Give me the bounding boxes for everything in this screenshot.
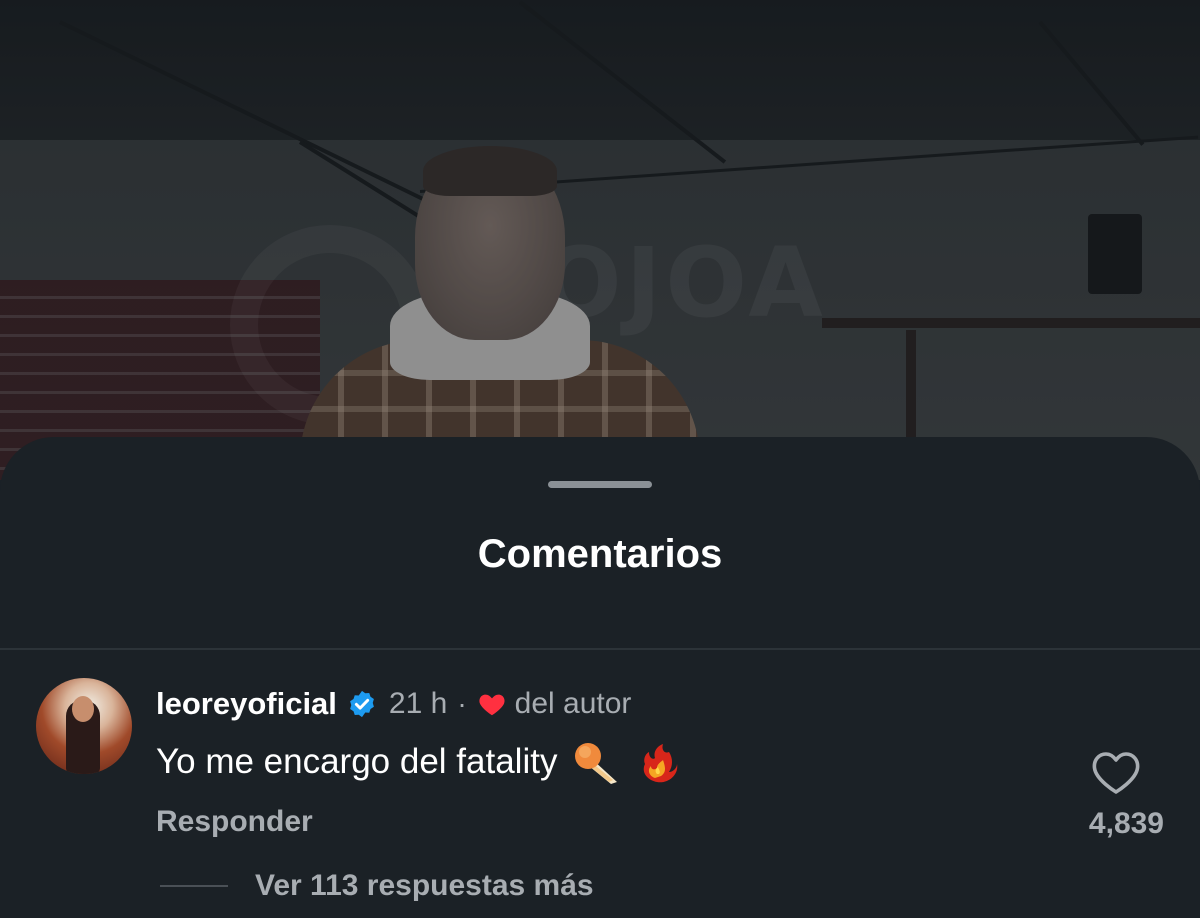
comment-meta: leoreyoficial 21 h · del autor (156, 684, 631, 724)
comments-sheet: Comentarios leoreyoficial 21 h · del aut… (0, 437, 1200, 918)
like-count: 4,839 (1088, 807, 1164, 840)
meta-separator: · (457, 688, 467, 719)
reply-button[interactable]: Responder (156, 802, 313, 842)
phoenix-fire-emoji-icon (633, 738, 681, 786)
heart-outline-icon[interactable] (1090, 750, 1142, 798)
comment-time: 21 h (388, 687, 448, 720)
username[interactable]: leoreyoficial (156, 686, 337, 722)
background-video[interactable]: OJOA (0, 0, 1200, 480)
view-replies-button[interactable]: Ver 113 respuestas más (255, 866, 594, 906)
author-like-label: del autor (514, 687, 632, 720)
comment-item: leoreyoficial 21 h · del autor Yo me enc… (0, 650, 1200, 918)
sheet-drag-handle[interactable] (548, 481, 652, 488)
video-dim-overlay (0, 0, 1200, 480)
comment-text: Yo me encargo del fatality (156, 742, 558, 781)
screen: OJOA Comentarios leoreyoficial 21 h · de… (0, 0, 1200, 918)
comet-emoji-icon (571, 738, 619, 786)
verified-badge-icon (347, 689, 377, 719)
red-heart-icon (477, 689, 507, 719)
avatar[interactable] (36, 678, 132, 774)
avatar-figure-head (72, 696, 94, 722)
replies-divider-line (160, 885, 228, 887)
sheet-title: Comentarios (477, 532, 723, 576)
comment-body: Yo me encargo del fatality (156, 738, 681, 786)
